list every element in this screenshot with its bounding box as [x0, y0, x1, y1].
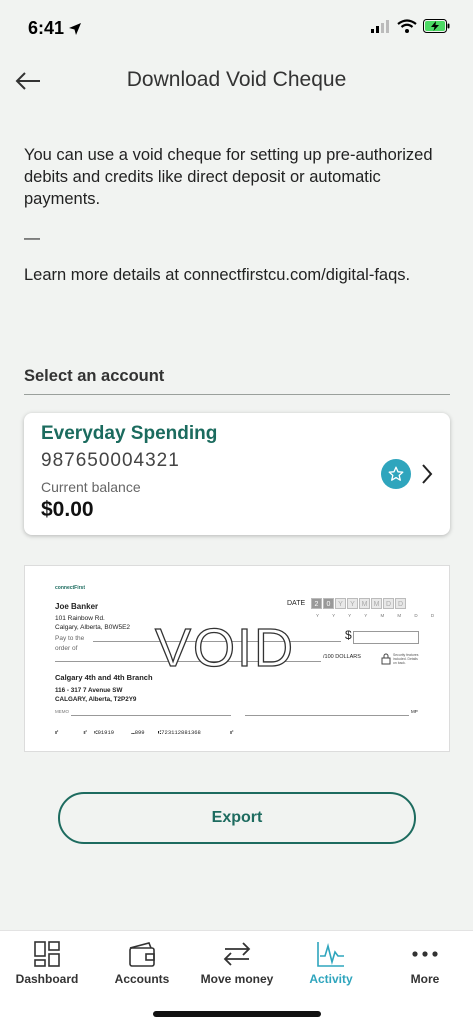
tab-label: Dashboard [15, 972, 79, 986]
battery-charging-icon [423, 19, 450, 33]
tab-more[interactable]: More [378, 931, 472, 1001]
select-account-label: Select an account [24, 367, 165, 385]
micr-symbol: ⑈ [230, 729, 234, 736]
nav-header: Download Void Cheque [0, 58, 473, 102]
chevron-right-icon[interactable] [420, 463, 434, 485]
tab-dashboard[interactable]: Dashboard [0, 931, 94, 1001]
date-format-hint: Y Y Y Y M M D D [316, 613, 441, 618]
micr-institution: 899 [134, 729, 145, 736]
date-label: DATE [287, 600, 306, 607]
micr-symbol: ⑈ [55, 729, 59, 736]
micr-line: ⑈ ⑈ ⑆01919 ⑉899 ⑆723112881368 ⑈ [55, 729, 233, 736]
export-button[interactable]: Export [58, 792, 416, 844]
wallet-icon [129, 942, 155, 967]
pay-to-label-line2: order of [55, 645, 78, 652]
section-divider [24, 394, 450, 395]
page-title: Download Void Cheque [126, 68, 347, 91]
owner-name: Joe Banker [55, 602, 99, 611]
more-icon [412, 951, 438, 957]
mp-label: MP [411, 709, 418, 714]
micr-transit: 01919 [97, 729, 115, 736]
date-box: Y [335, 598, 346, 609]
owner-address-line2: Calgary, Alberta, B0W5E2 [55, 624, 131, 631]
security-note: Security features included. Details on b… [393, 653, 419, 665]
date-boxes: 20YYMMDD [311, 598, 406, 609]
pay-to-label-line1: Pay to the [55, 635, 85, 642]
time-text: 6:41 [28, 18, 65, 38]
activity-icon [317, 942, 344, 967]
micr-symbol: ⑈ [83, 729, 87, 736]
wifi-icon [397, 19, 417, 33]
favorite-badge[interactable] [381, 459, 411, 489]
account-card[interactable]: Everyday Spending 987650004321 Current b… [24, 413, 450, 535]
intro-text: You can use a void cheque for setting up… [24, 146, 433, 208]
bottom-tab-bar: Dashboard Accounts Move money Activity M… [0, 930, 473, 1024]
date-box: 0 [323, 598, 334, 609]
home-indicator [153, 1011, 321, 1017]
location-arrow-icon [69, 22, 82, 35]
learn-more-text[interactable]: Learn more details at connectfirstcu.com… [24, 266, 454, 285]
cheque-logo: connectFirst [55, 585, 85, 591]
transfer-icon [223, 942, 251, 966]
void-watermark: VOID [154, 617, 296, 678]
owner-address-line1: 101 Rainbow Rd. [55, 615, 105, 622]
separator-dash: — [24, 230, 40, 247]
dollars-label: /100 DOLLARS [323, 654, 361, 660]
tab-label: More [410, 972, 440, 986]
micr-account: 723112881368 [161, 729, 201, 736]
tab-move-money[interactable]: Move money [190, 931, 284, 1001]
dashboard-icon [34, 941, 60, 967]
date-box: 2 [311, 598, 322, 609]
star-icon [388, 466, 404, 481]
tab-accounts[interactable]: Accounts [95, 931, 189, 1001]
date-box: M [359, 598, 370, 609]
memo-line [71, 715, 231, 716]
tab-label: Accounts [114, 972, 170, 986]
lock-icon [381, 653, 391, 665]
branch-address-line2: CALGARY, Alberta, T2P2Y9 [55, 696, 137, 703]
status-icons [371, 19, 451, 33]
status-bar: 6:41 [0, 0, 473, 54]
date-box: Y [347, 598, 358, 609]
branch-name: Calgary 4th and 4th Branch [55, 673, 153, 682]
amount-box [353, 631, 419, 644]
cellular-signal-icon [371, 20, 389, 33]
account-number: 987650004321 [41, 450, 180, 471]
status-time: 6:41 [28, 18, 82, 39]
balance-label: Current balance [41, 479, 141, 495]
tab-activity[interactable]: Activity [284, 931, 378, 1001]
branch-address-line1: 116 - 317 7 Avenue SW [55, 687, 123, 694]
date-box: D [395, 598, 406, 609]
tab-label: Activity [309, 972, 353, 986]
void-cheque-preview: connectFirst Joe Banker 101 Rainbow Rd. … [24, 565, 450, 752]
signature-line [245, 715, 409, 716]
memo-label: MEMO [55, 709, 69, 714]
account-name: Everyday Spending [41, 423, 218, 444]
date-box: M [371, 598, 382, 609]
dollar-sign: $ [345, 628, 352, 642]
balance-value: $0.00 [41, 498, 94, 521]
date-box: D [383, 598, 394, 609]
tab-label: Move money [200, 972, 274, 986]
logo-text: connectFirst [55, 585, 86, 591]
